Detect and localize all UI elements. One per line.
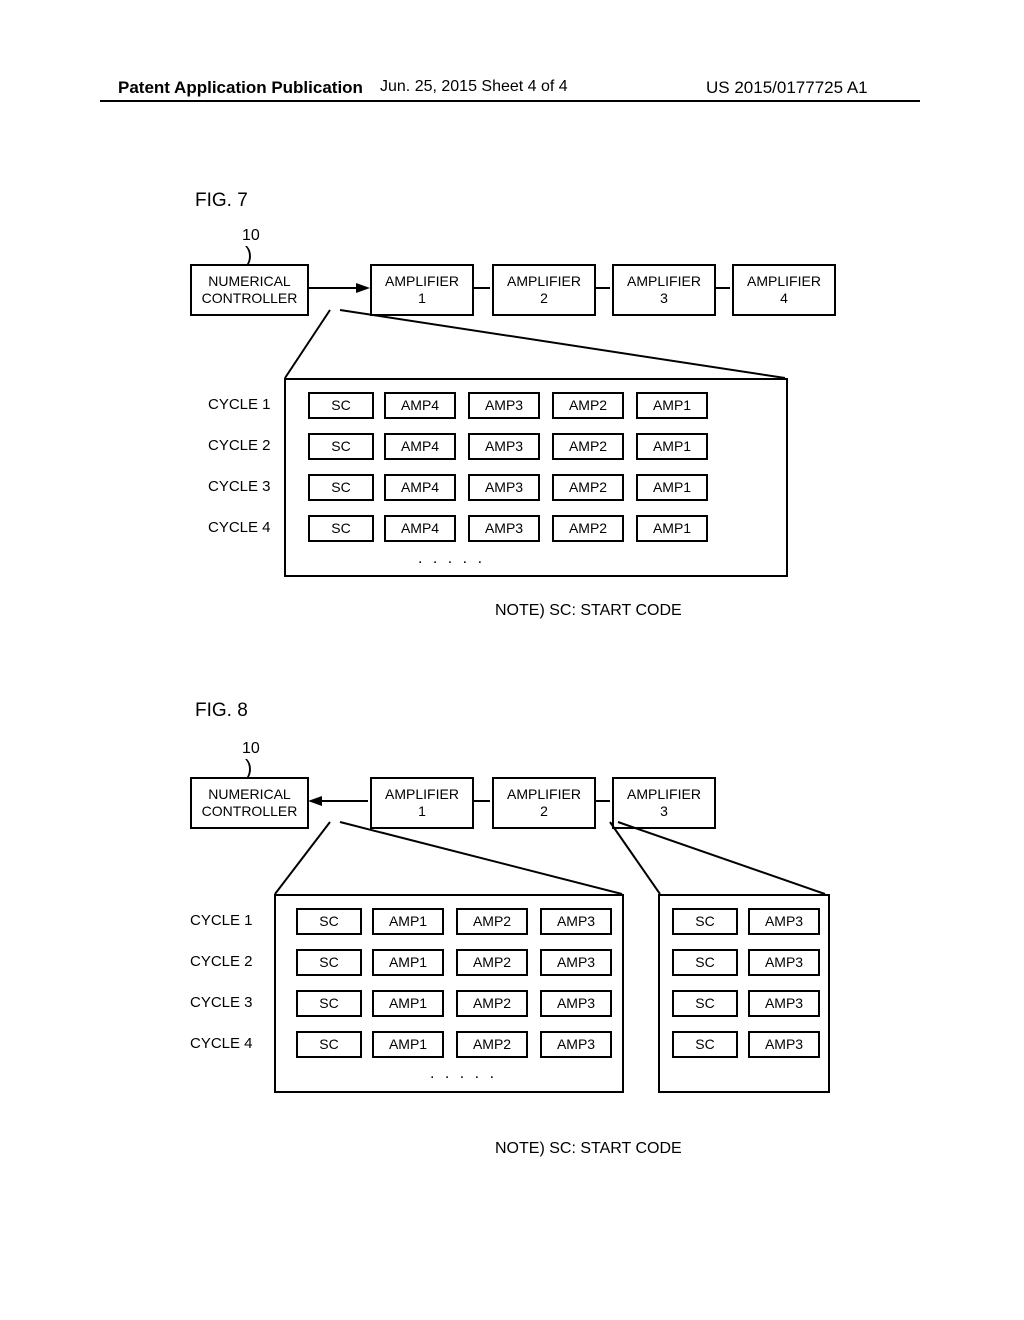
fig8-cycle-4-label: CYCLE 4: [190, 1035, 253, 1052]
header-rule: [100, 100, 920, 102]
fig8-connector-3: [594, 800, 610, 802]
fig7-amplifier-4-box: AMPLIFIER 4: [732, 264, 836, 316]
fig8-l-r4-amp3: AMP3: [540, 1031, 612, 1058]
fig8-l-r2-amp1: AMP1: [372, 949, 444, 976]
fig8-connector-2: [472, 800, 490, 802]
fig7-label: FIG. 7: [195, 190, 248, 212]
fig8-l-r4-amp1: AMP1: [372, 1031, 444, 1058]
fig8-ellipsis: . . . . .: [430, 1065, 497, 1083]
fig7-r4-amp3: AMP3: [468, 515, 540, 542]
fig7-numerical-controller-box: NUMERICAL CONTROLLER: [190, 264, 309, 316]
page: Patent Application Publication Jun. 25, …: [0, 0, 1024, 1320]
fig8-l-r3-sc: SC: [296, 990, 362, 1017]
fig7-r1-amp3: AMP3: [468, 392, 540, 419]
fig8-note: NOTE) SC: START CODE: [495, 1140, 682, 1158]
fig7-cycle-2-label: CYCLE 2: [208, 437, 271, 454]
header-mid: Jun. 25, 2015 Sheet 4 of 4: [380, 78, 568, 96]
fig7-connector-3: [594, 287, 610, 289]
page-header: Patent Application Publication Jun. 25, …: [0, 78, 1024, 102]
fig7-cycle-4-label: CYCLE 4: [208, 519, 271, 536]
fig7-r3-amp3: AMP3: [468, 474, 540, 501]
fig8-guide-lines-right: [600, 822, 840, 902]
fig7-connector-4: [714, 287, 730, 289]
fig7-connector-2: [472, 287, 490, 289]
fig8-r-r3-sc: SC: [672, 990, 738, 1017]
fig8-r-r4-amp3: AMP3: [748, 1031, 820, 1058]
fig7-connector-1: [307, 287, 357, 289]
fig8-l-r4-sc: SC: [296, 1031, 362, 1058]
fig7-r3-sc: SC: [308, 474, 374, 501]
fig7-r2-amp3: AMP3: [468, 433, 540, 460]
fig7-amplifier-3-box: AMPLIFIER 3: [612, 264, 716, 316]
fig7-r4-sc: SC: [308, 515, 374, 542]
fig8-l-r4-amp2: AMP2: [456, 1031, 528, 1058]
fig7-r2-amp4: AMP4: [384, 433, 456, 460]
fig8-label: FIG. 8: [195, 700, 248, 722]
fig8-r-r1-sc: SC: [672, 908, 738, 935]
fig7-r4-amp1: AMP1: [636, 515, 708, 542]
fig7-r2-amp2: AMP2: [552, 433, 624, 460]
fig8-l-r2-sc: SC: [296, 949, 362, 976]
fig7-ellipsis: . . . . .: [418, 550, 485, 568]
fig8-l-r2-amp2: AMP2: [456, 949, 528, 976]
fig8-l-r3-amp3: AMP3: [540, 990, 612, 1017]
fig7-note: NOTE) SC: START CODE: [495, 602, 682, 620]
fig7-amplifier-1-box: AMPLIFIER 1: [370, 264, 474, 316]
fig8-l-r1-sc: SC: [296, 908, 362, 935]
fig8-l-r1-amp1: AMP1: [372, 908, 444, 935]
fig8-connector-1: [321, 800, 368, 802]
fig7-cycle-1-label: CYCLE 1: [208, 396, 271, 413]
fig7-r4-amp2: AMP2: [552, 515, 624, 542]
fig8-l-r1-amp3: AMP3: [540, 908, 612, 935]
fig8-cycle-3-label: CYCLE 3: [190, 994, 253, 1011]
fig8-r-r1-amp3: AMP3: [748, 908, 820, 935]
fig7-r3-amp1: AMP1: [636, 474, 708, 501]
fig7-r2-sc: SC: [308, 433, 374, 460]
fig7-arrow-right-icon: [356, 283, 370, 293]
fig8-cycle-2-label: CYCLE 2: [190, 953, 253, 970]
header-right: US 2015/0177725 A1: [706, 78, 868, 98]
fig7-r2-amp1: AMP1: [636, 433, 708, 460]
fig7-amplifier-2-box: AMPLIFIER 2: [492, 264, 596, 316]
fig7-r1-sc: SC: [308, 392, 374, 419]
fig7-r1-amp1: AMP1: [636, 392, 708, 419]
fig7-r3-amp4: AMP4: [384, 474, 456, 501]
fig8-r-r2-sc: SC: [672, 949, 738, 976]
fig8-arrow-left-icon: [308, 796, 322, 806]
fig8-l-r1-amp2: AMP2: [456, 908, 528, 935]
fig8-cycle-1-label: CYCLE 1: [190, 912, 253, 929]
fig8-r-r4-sc: SC: [672, 1031, 738, 1058]
fig7-r4-amp4: AMP4: [384, 515, 456, 542]
fig8-l-r3-amp2: AMP2: [456, 990, 528, 1017]
fig8-l-r3-amp1: AMP1: [372, 990, 444, 1017]
fig7-r1-amp4: AMP4: [384, 392, 456, 419]
fig8-r-r3-amp3: AMP3: [748, 990, 820, 1017]
fig8-r-r2-amp3: AMP3: [748, 949, 820, 976]
fig7-r1-amp2: AMP2: [552, 392, 624, 419]
fig7-r3-amp2: AMP2: [552, 474, 624, 501]
fig7-cycle-3-label: CYCLE 3: [208, 478, 271, 495]
header-left: Patent Application Publication: [118, 78, 363, 98]
fig8-l-r2-amp3: AMP3: [540, 949, 612, 976]
